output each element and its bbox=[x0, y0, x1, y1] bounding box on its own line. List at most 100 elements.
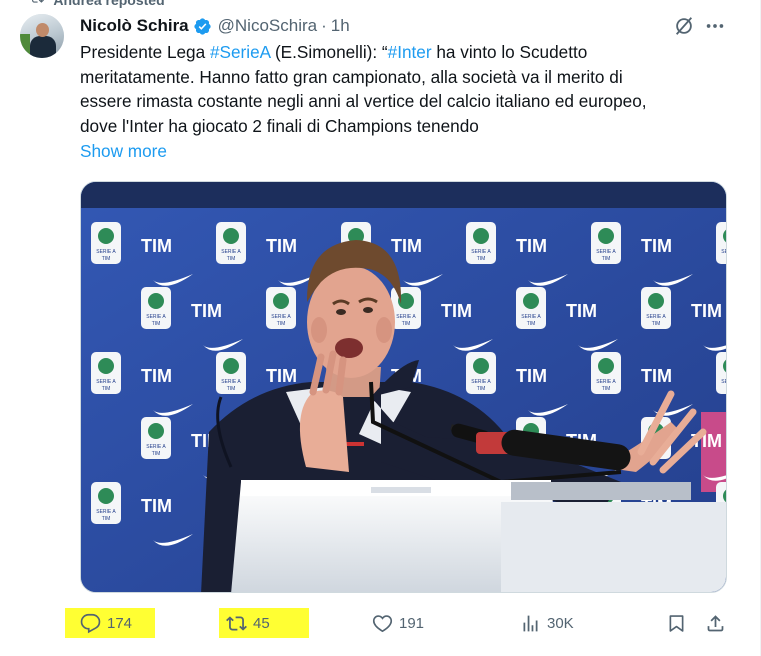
tim-sponsor-text: TIM bbox=[266, 366, 297, 386]
retweet-button[interactable]: 45 bbox=[219, 608, 309, 638]
tweet-text: Presidente Lega #SerieA (E.Simonelli): “… bbox=[80, 40, 740, 138]
share-button[interactable] bbox=[705, 608, 726, 638]
svg-text:TIM: TIM bbox=[527, 321, 536, 327]
serie-a-badge-icon: SERIE ATIM bbox=[516, 287, 546, 329]
like-button[interactable]: 191 bbox=[372, 608, 424, 638]
tim-sponsor-text: TIM bbox=[391, 236, 422, 256]
svg-text:TIM: TIM bbox=[602, 256, 611, 262]
reply-count: 174 bbox=[107, 614, 133, 632]
svg-text:SERIE A: SERIE A bbox=[221, 249, 241, 255]
bookmark-button[interactable] bbox=[666, 608, 687, 638]
tweet-text-segment: dove l'Inter ha giocato 2 finali di Cham… bbox=[80, 115, 479, 136]
serie-a-badge-icon: SERIE ATIM bbox=[91, 352, 121, 394]
like-count: 191 bbox=[399, 614, 425, 632]
tim-sponsor-text: TIM bbox=[691, 301, 722, 321]
serie-a-badge-icon: SERIE ATIM bbox=[216, 352, 246, 394]
hashtag-link[interactable]: #Inter bbox=[388, 42, 432, 62]
svg-text:TIM: TIM bbox=[477, 386, 486, 392]
tweet-text-line: essere rimasta costante negli anni al ve… bbox=[80, 89, 740, 114]
svg-text:SERIE A: SERIE A bbox=[96, 249, 116, 255]
tim-sponsor-text: TIM bbox=[141, 236, 172, 256]
svg-text:SERIE A: SERIE A bbox=[96, 379, 116, 385]
tim-sponsor-text: TIM bbox=[566, 301, 597, 321]
verified-badge-icon[interactable] bbox=[193, 17, 212, 36]
svg-text:TIM: TIM bbox=[477, 256, 486, 262]
tweet-text-line: dove l'Inter ha giocato 2 finali di Cham… bbox=[80, 114, 740, 139]
share-icon bbox=[707, 614, 724, 631]
svg-text:SERIE A: SERIE A bbox=[596, 249, 616, 255]
tweet-text-line: Presidente Lega #SerieA (E.Simonelli): “… bbox=[80, 40, 740, 65]
svg-text:SERIE A: SERIE A bbox=[146, 444, 166, 450]
serie-a-badge-icon: SERIE ATIM bbox=[216, 222, 246, 264]
svg-text:SERIE A: SERIE A bbox=[271, 314, 291, 320]
svg-text:TIM: TIM bbox=[102, 256, 111, 262]
grok-icon[interactable] bbox=[673, 15, 695, 37]
reply-button[interactable]: 174 bbox=[65, 608, 155, 638]
tweet-text-segment: essere rimasta costante negli anni al ve… bbox=[80, 91, 647, 111]
svg-text:TIM: TIM bbox=[602, 386, 611, 392]
serie-a-badge-icon: SERIE ATIM bbox=[591, 222, 621, 264]
svg-text:SERIE A: SERIE A bbox=[721, 249, 727, 255]
display-name[interactable]: Nicolò Schira bbox=[80, 16, 189, 36]
repost-icon bbox=[30, 0, 44, 8]
repost-banner-text: Andrea reposted bbox=[53, 0, 165, 8]
tim-sponsor-text: TIM bbox=[141, 496, 172, 516]
svg-text:TIM: TIM bbox=[652, 321, 661, 327]
svg-text:SERIE A: SERIE A bbox=[646, 314, 666, 320]
svg-text:TIM: TIM bbox=[102, 516, 111, 522]
svg-text:TIM: TIM bbox=[152, 451, 161, 457]
tim-sponsor-text: TIM bbox=[191, 301, 222, 321]
serie-a-badge-icon: SERIE ATIM bbox=[266, 287, 296, 329]
svg-text:SERIE A: SERIE A bbox=[596, 379, 616, 385]
tweet-text-line: meritatamente. Hanno fatto gran campiona… bbox=[80, 65, 740, 90]
svg-text:TIM: TIM bbox=[227, 386, 236, 392]
serie-a-badge-icon: SERIE ATIM bbox=[141, 417, 171, 459]
svg-text:TIM: TIM bbox=[102, 386, 111, 392]
tim-sponsor-text: TIM bbox=[641, 366, 672, 386]
serie-a-badge-icon: SERIE ATIM bbox=[466, 352, 496, 394]
author-handle[interactable]: @NicoSchira bbox=[218, 16, 317, 36]
svg-text:SERIE A: SERIE A bbox=[471, 249, 491, 255]
svg-text:SERIE A: SERIE A bbox=[721, 379, 727, 385]
view-count: 30K bbox=[547, 614, 574, 632]
tim-sponsor-text: TIM bbox=[516, 236, 547, 256]
tweet-media-photo[interactable]: SERIE ATIMTIMSERIE ATIMTIMSERIE ATIMTIMS… bbox=[80, 181, 727, 593]
svg-text:SERIE A: SERIE A bbox=[221, 379, 241, 385]
bookmark-icon bbox=[669, 614, 684, 632]
hashtag-link[interactable]: #SerieA bbox=[210, 42, 270, 62]
tweet-actions: 174 45 191 30K bbox=[65, 608, 740, 638]
tim-sponsor-text: TIM bbox=[266, 236, 297, 256]
more-icon[interactable] bbox=[704, 15, 726, 37]
tweet-timestamp[interactable]: 1h bbox=[331, 16, 350, 36]
svg-text:TIM: TIM bbox=[227, 256, 236, 262]
tim-sponsor-text: TIM bbox=[441, 301, 472, 321]
svg-text:TIM: TIM bbox=[277, 321, 286, 327]
svg-text:SERIE A: SERIE A bbox=[396, 314, 416, 320]
serie-a-badge-icon: SERIE ATIM bbox=[91, 222, 121, 264]
serie-a-badge-icon: SERIE ATIM bbox=[641, 287, 671, 329]
views-button[interactable]: 30K bbox=[520, 608, 574, 638]
serie-a-badge-icon: SERIE ATIM bbox=[91, 482, 121, 524]
tweet-text-segment: meritatamente. Hanno fatto gran campiona… bbox=[80, 66, 623, 87]
tweet-text-segment: Presidente Lega bbox=[80, 42, 210, 62]
svg-text:TIM: TIM bbox=[152, 321, 161, 327]
serie-a-badge-icon: SERIE ATIM bbox=[716, 222, 727, 264]
serie-a-badge-icon: SERIE ATIM bbox=[466, 222, 496, 264]
tim-sponsor-text: TIM bbox=[141, 366, 172, 386]
repost-banner[interactable]: Andrea reposted bbox=[30, 0, 165, 8]
tim-sponsor-text: TIM bbox=[641, 236, 672, 256]
like-icon bbox=[372, 614, 393, 632]
svg-text:SERIE A: SERIE A bbox=[146, 314, 166, 320]
serie-a-badge-icon: SERIE ATIM bbox=[591, 352, 621, 394]
avatar[interactable] bbox=[20, 14, 64, 58]
svg-text:TIM: TIM bbox=[402, 321, 411, 327]
serie-a-badge-icon: SERIE ATIM bbox=[391, 287, 421, 329]
header-separator: · bbox=[321, 16, 327, 35]
retweet-icon bbox=[226, 615, 247, 631]
tweet-text-segment: ha vinto lo Scudetto bbox=[431, 42, 588, 62]
svg-text:SERIE A: SERIE A bbox=[96, 509, 116, 515]
tim-sponsor-text: TIM bbox=[516, 366, 547, 386]
show-more-link[interactable]: Show more bbox=[80, 141, 167, 162]
reply-icon bbox=[80, 613, 101, 633]
serie-a-badge-icon: SERIE ATIM bbox=[716, 352, 727, 394]
